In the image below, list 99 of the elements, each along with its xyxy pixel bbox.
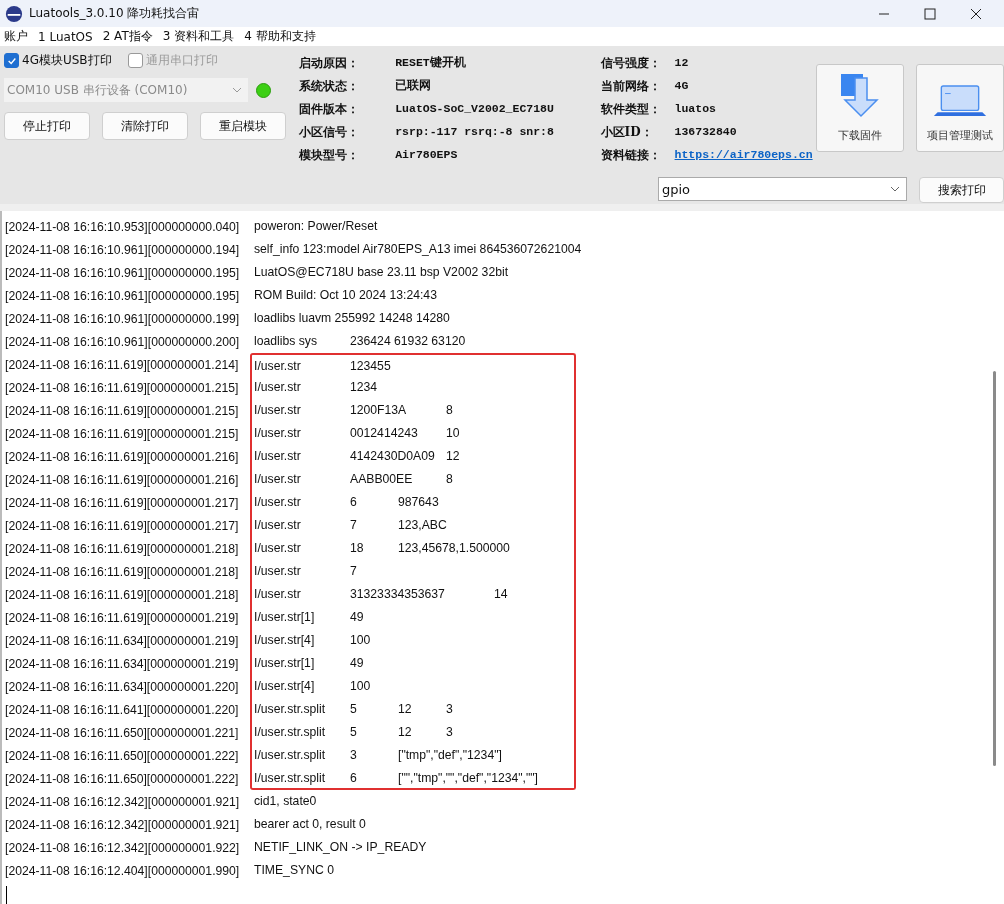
tool-button[interactable]: 下载固件 bbox=[816, 64, 904, 153]
log-timestamp: [2024-11-08 16:16:10.961][000000000.195] bbox=[4, 288, 241, 303]
log-message: I/user.str 4142430D0A09 12 bbox=[250, 445, 576, 468]
info-value: LuatOS-SoC_V2002_EC718U bbox=[395, 101, 555, 118]
menu-item[interactable]: 1 LuatOS bbox=[38, 29, 93, 44]
log-timestamp: [2024-11-08 16:16:12.404][000000001.990] bbox=[4, 863, 241, 878]
action-button[interactable]: 清除打印 bbox=[102, 112, 188, 141]
action-button[interactable]: 重启模块 bbox=[200, 112, 286, 141]
log-timestamp: [2024-11-08 16:16:11.650][000000001.221] bbox=[4, 725, 240, 740]
menu-item[interactable]: 账户 bbox=[4, 28, 28, 46]
menu-item[interactable]: 3 资料和工具 bbox=[162, 28, 235, 46]
info-value: 12 bbox=[674, 55, 690, 72]
log-timestamp: [2024-11-08 16:16:11.619][000000001.219] bbox=[4, 610, 240, 625]
log-message: TIME_SYNC 0 bbox=[253, 862, 334, 879]
info-label: 小区信号： bbox=[298, 124, 360, 142]
log-message: I/user.str[4] 100 bbox=[250, 629, 576, 652]
search-field[interactable]: gpio bbox=[658, 177, 907, 202]
docs-link[interactable]: https://air780eps.cn bbox=[674, 146, 813, 165]
info-label: 模块型号： bbox=[298, 147, 360, 165]
info-value: Air780EPS bbox=[395, 147, 459, 164]
log-message: I/user.str[4] 100 bbox=[250, 675, 576, 698]
log-timestamp: [2024-11-08 16:16:11.619][000000001.216] bbox=[4, 449, 240, 464]
log-message: I/user.str 7 123,ABC bbox=[250, 514, 576, 537]
info-label: 信号强度： bbox=[600, 55, 661, 73]
info-label: 资料链接： bbox=[600, 147, 661, 165]
info-value: rsrp:-117 rsrq:-8 snr:8 bbox=[395, 124, 555, 141]
log-message: NETIF_LINK_ON -> IP_READY bbox=[253, 839, 427, 856]
log-timestamp: [2024-11-08 16:16:11.650][000000001.222] bbox=[4, 771, 240, 786]
log-message: loadlibs sys 236424 61932 63120 bbox=[253, 333, 466, 350]
log-timestamp: [2024-11-08 16:16:11.619][000000001.218] bbox=[4, 587, 240, 602]
print-checkbox[interactable]: 4G模块USB打印 bbox=[4, 52, 112, 70]
log-message: poweron: Power/Reset bbox=[253, 218, 378, 235]
log-message: I/user.str[1] 49 bbox=[250, 606, 576, 629]
info-label: 小区ID： bbox=[600, 124, 654, 142]
log-message: LuatOS@EC718U base 23.11 bsp V2002 32bit bbox=[253, 264, 509, 281]
info-label: 启动原因： bbox=[298, 55, 360, 73]
log-timestamp: [2024-11-08 16:16:11.619][000000001.215] bbox=[4, 403, 240, 418]
log-timestamp: [2024-11-08 16:16:11.619][000000001.217] bbox=[4, 518, 240, 533]
log-message: I/user.str 0012414243 10 bbox=[250, 422, 576, 445]
log-timestamp: [2024-11-08 16:16:11.619][000000001.215] bbox=[4, 426, 240, 441]
log-timestamp: [2024-11-08 16:16:12.342][000000001.921] bbox=[4, 794, 241, 809]
info-value: luatos bbox=[674, 101, 717, 118]
log-message: I/user.str 7 bbox=[250, 560, 576, 583]
log-message: I/user.str 123455 bbox=[250, 353, 576, 376]
window-title: Luatools_3.0.10 降功耗找合宙 bbox=[29, 5, 200, 23]
log-timestamp: [2024-11-08 16:16:11.634][000000001.219] bbox=[4, 633, 240, 648]
info-value: 已联网 bbox=[395, 78, 433, 95]
search-button[interactable]: 搜索打印 bbox=[919, 177, 1004, 204]
info-label: 系统状态： bbox=[298, 78, 360, 96]
log-timestamp: [2024-11-08 16:16:10.961][000000000.200] bbox=[4, 334, 241, 349]
info-label: 软件类型： bbox=[600, 101, 661, 119]
log-message: I/user.str.split 5 12 3 bbox=[250, 721, 576, 744]
log-message: I/user.str 18 123,45678,1.500000 bbox=[250, 537, 576, 560]
log-timestamp: [2024-11-08 16:16:11.634][000000001.220] bbox=[4, 679, 240, 694]
close-icon[interactable] bbox=[970, 7, 982, 20]
log-message: self_info 123:model Air780EPS_A13 imei 864536072621004 bbox=[253, 241, 582, 258]
log-message: I/user.str.split 3 ["tmp","def","1234"] bbox=[250, 744, 576, 767]
log-message: loadlibs luavm 255992 14248 14280 bbox=[253, 310, 450, 327]
log-timestamp: [2024-11-08 16:16:11.619][000000001.218] bbox=[4, 541, 240, 556]
log-timestamp: [2024-11-08 16:16:11.634][000000001.219] bbox=[4, 656, 240, 671]
log-timestamp: [2024-11-08 16:16:10.961][000000000.194] bbox=[4, 242, 241, 257]
menu-item[interactable]: 2 AT指令 bbox=[102, 28, 153, 46]
info-label: 固件版本： bbox=[298, 101, 360, 119]
log-timestamp: [2024-11-08 16:16:11.650][000000001.222] bbox=[4, 748, 240, 763]
menu-item[interactable]: 4 帮助和支持 bbox=[244, 28, 316, 46]
checkmark-icon bbox=[6, 55, 17, 66]
log-timestamp: [2024-11-08 16:16:11.619][000000001.217] bbox=[4, 495, 240, 510]
action-button[interactable]: 停止打印 bbox=[4, 112, 90, 141]
log-message: I/user.str 31323334353637 14 bbox=[250, 583, 576, 606]
log-message: cid1, state0 bbox=[253, 793, 317, 810]
info-value: 4G bbox=[674, 78, 690, 95]
log-timestamp: [2024-11-08 16:16:10.961][000000000.199] bbox=[4, 311, 241, 326]
info-value: 136732840 bbox=[674, 124, 738, 141]
maximize-icon[interactable] bbox=[924, 7, 936, 20]
log-message: I/user.str.split 5 12 3 bbox=[250, 698, 576, 721]
log-message: I/user.str.split 6 ["","tmp","","def","1234",""] bbox=[250, 767, 576, 790]
log-message: I/user.str 1234 bbox=[250, 376, 576, 399]
log-timestamp: [2024-11-08 16:16:11.619][000000001.215] bbox=[4, 380, 240, 395]
log-timestamp: [2024-11-08 16:16:11.619][000000001.218] bbox=[4, 564, 240, 579]
log-timestamp: [2024-11-08 16:16:11.619][000000001.216] bbox=[4, 472, 240, 487]
app-logo-icon bbox=[5, 4, 23, 23]
log-message: ROM Build: Oct 10 2024 13:24:43 bbox=[253, 287, 437, 304]
scrollbar-thumb[interactable] bbox=[993, 371, 996, 766]
info-label: 当前网络： bbox=[600, 78, 661, 96]
log-message: I/user.str 1200F13A 8 bbox=[250, 399, 576, 422]
log-message: I/user.str[1] 49 bbox=[250, 652, 576, 675]
log-timestamp: [2024-11-08 16:16:12.342][000000001.922] bbox=[4, 840, 241, 855]
log-message: bearer act 0, result 0 bbox=[253, 816, 366, 833]
dropdown-caret-icon bbox=[232, 87, 242, 94]
log-timestamp: [2024-11-08 16:16:10.953][000000000.040] bbox=[4, 219, 241, 234]
info-value: RESET键开机 bbox=[395, 55, 467, 72]
log-timestamp: [2024-11-08 16:16:12.342][000000001.921] bbox=[4, 817, 241, 832]
dropdown-caret-icon bbox=[890, 186, 900, 193]
log-timestamp: [2024-11-08 16:16:11.641][000000001.220] bbox=[4, 702, 240, 717]
tool-button[interactable]: 项目管理测试 bbox=[916, 64, 1004, 153]
log-message: I/user.str 6 987643 bbox=[250, 491, 576, 514]
log-timestamp: [2024-11-08 16:16:10.961][000000000.195] bbox=[4, 265, 241, 280]
log-timestamp: [2024-11-08 16:16:11.619][000000001.214] bbox=[4, 357, 240, 372]
log-message: I/user.str AABB00EE 8 bbox=[250, 468, 576, 491]
